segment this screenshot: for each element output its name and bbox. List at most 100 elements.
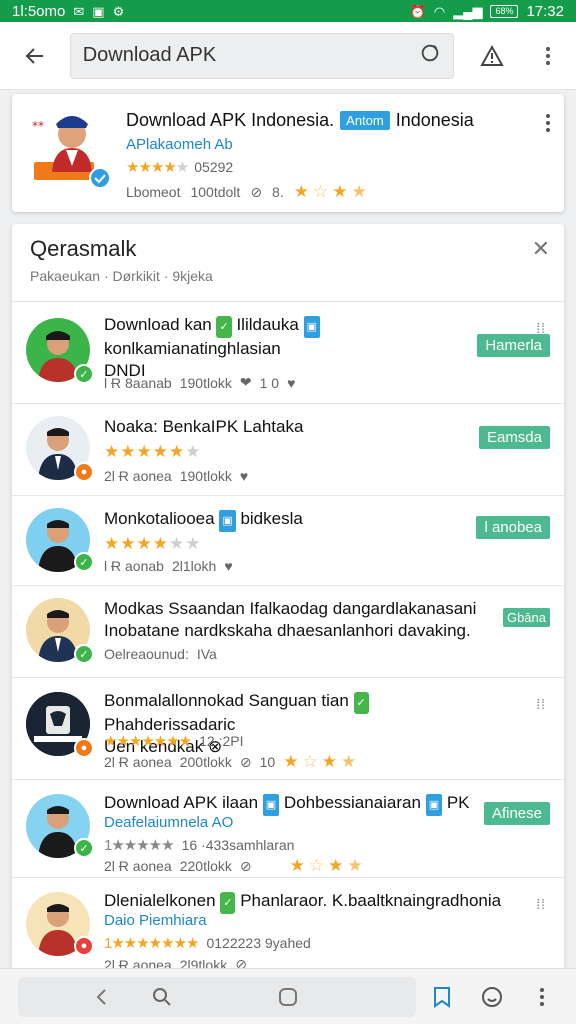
item-meta: 2Ɩ Ɍ aonea 190tlokk ♥	[104, 468, 248, 484]
item-subtitle[interactable]: Deafelaiumnela AO	[104, 814, 233, 831]
user-rating: ★☆★★	[289, 856, 367, 875]
alarm-icon: ⏰	[409, 3, 426, 19]
results-panel: Qerasmalk Pakaeukan · Dørkikit · 9kjeka …	[12, 224, 564, 968]
image-icon: ▣	[92, 3, 105, 19]
nav-home-icon[interactable]	[266, 977, 310, 1017]
drag-handle-icon[interactable]: ⁞⁞	[536, 896, 546, 912]
tag-icon: ✓	[216, 316, 232, 338]
close-icon[interactable]: ✕	[532, 236, 550, 262]
item-title: Monkotaliooea ▣ bidkesla	[104, 508, 484, 532]
item-meta: 2Ɩ Ɍ aonea 220tlokk ⊘ ★☆★★	[104, 856, 367, 876]
item-action-button[interactable]: Ɩ anobea	[476, 516, 550, 539]
signal-icon: ▂▄▆	[453, 3, 483, 19]
badge-icon: ●	[74, 462, 94, 482]
featured-rating: ★★★★★ 05292	[126, 158, 233, 176]
featured-meta-right: 8.	[272, 184, 284, 200]
item-meta-text: Oelreaounud:	[104, 646, 189, 662]
panel-header: Qerasmalk Pakaeukan · Dørkikit · 9kjeka …	[12, 224, 564, 302]
heart-icon: ♥	[224, 558, 233, 574]
badge-icon: ●	[74, 936, 94, 956]
status-bar: 1l:5omo ✉ ▣ ⚙ ⏰ ◠ ▂▄▆ 68% 17:32	[0, 0, 576, 22]
account-icon[interactable]	[470, 977, 514, 1017]
item-extra: 10	[259, 754, 276, 770]
heart-icon: ❤	[239, 374, 252, 390]
list-item[interactable]: ✓ Download APK ilaan ▣ Dohbessianaiaran …	[12, 780, 564, 878]
item-title-part: Dlenialelkonen	[104, 891, 216, 910]
item-meta-text: Ɩ Ɍ aonab	[104, 558, 164, 574]
item-meta: Ɩ Ɍ 8aanab 190tlokk ❤ 1 0 ♥	[104, 374, 295, 391]
tag-icon: ▣	[262, 794, 280, 816]
item-title: Download APK ilaan ▣ Dohbessianaiaran ▣ …	[104, 792, 484, 816]
item-rating: ★★★★★★	[104, 534, 201, 554]
featured-chip: Antom	[340, 111, 390, 130]
item-title-part: Dohbessianaiaran	[283, 793, 421, 812]
list-item[interactable]: ✓ Modkas Ssaandan Ifalkaodag dangardlaka…	[12, 586, 564, 678]
featured-subtitle[interactable]: APlakaomeh Ab	[126, 136, 233, 153]
overflow-menu-icon[interactable]	[520, 977, 564, 1017]
nav-back-icon[interactable]	[80, 977, 124, 1017]
item-rating: 1★★★★★★★ 0122223 9yahed	[104, 934, 311, 952]
item-rating-text: 16 ·433samhlaran	[181, 837, 295, 853]
tag-icon: ▣	[303, 316, 320, 338]
system-nav-bar	[18, 977, 416, 1017]
item-title: Modkas Ssaandan Ifalkaodag dangardlakana…	[104, 598, 504, 642]
item-meta: 2Ɩ Ɍ aonea 200tlokk ⊘ 10 ★☆★★	[104, 752, 360, 772]
list-item[interactable]: ✓ Monkotaliooea ▣ bidkesla Ɩ anobea ★★★★…	[12, 496, 564, 586]
list-item[interactable]: ✓ Download kan ✓ Ilildauka ▣ konlkamiana…	[12, 302, 564, 404]
item-meta-text: 2Ɩ Ɍ aonea	[104, 468, 172, 484]
verified-icon: ✓	[74, 644, 94, 664]
rating-stars: ★★★★★★	[104, 442, 202, 461]
list-item[interactable]: ● Noaka: BenkaIPK Lahtaka Eamsda ★★★★★★ …	[12, 404, 564, 496]
bookmark-icon[interactable]	[420, 977, 464, 1017]
list-item[interactable]: ● Bonmalallonnokad Sanguan tian ✓ Phahde…	[12, 678, 564, 780]
item-title-part: Download kan	[104, 315, 212, 334]
search-toolbar: Download APK	[0, 22, 576, 90]
item-title-part: Phanlaraor. K.baaltknaingradhonia	[240, 891, 502, 910]
item-title-part: Ilildauka	[236, 315, 299, 334]
breadcrumb: Pakaeukan · Dørkikit · 9kjeka	[30, 268, 213, 284]
settings-icon: ⚙	[112, 3, 125, 19]
item-title-part: Modkas Ssaandan Ifalkaodag dangardlakana…	[104, 599, 477, 618]
nav-search-icon[interactable]	[140, 977, 184, 1017]
list-item[interactable]: ● Dlenialelkonen ✓ Phanlaraor. K.baaltkn…	[12, 878, 564, 968]
featured-menu-icon[interactable]	[546, 114, 550, 132]
item-rating: ★★★★★★	[104, 442, 201, 462]
item-title-part: PK	[446, 793, 470, 812]
item-meta-text: 2Ɩ Ɍ aonea	[104, 956, 172, 969]
panel-title: Qerasmalk	[30, 236, 137, 261]
badge-icon: ●	[74, 738, 94, 758]
search-icon[interactable]	[419, 42, 441, 70]
download-icon: ⊘	[239, 857, 252, 874]
rating-stars: ★★★★★★★	[104, 733, 192, 750]
item-meta: Ɩ Ɍ aonab 2Ɩ1Ɩokh ♥	[104, 558, 233, 574]
message-icon: ✉	[73, 3, 85, 19]
item-title-part: konlkamianatinghlasian	[104, 339, 281, 358]
alert-icon[interactable]	[464, 22, 520, 90]
featured-app-thumbnail: **	[30, 110, 120, 192]
tag-icon: ✓	[220, 892, 236, 914]
rating-stars: 1★★★★★★★	[104, 935, 199, 952]
search-input[interactable]: Download APK	[69, 32, 455, 79]
tag-icon: ✓	[353, 692, 369, 714]
item-rating-text: 12 :2PI	[199, 733, 244, 749]
item-subtitle[interactable]: Daio Piemhiara	[104, 912, 207, 929]
featured-meta-mid: 100tdolt	[190, 184, 241, 200]
drag-handle-icon[interactable]: ⁞⁞	[536, 696, 546, 712]
tag-icon: ▣	[425, 794, 443, 816]
download-icon: ⊘	[235, 956, 247, 968]
bottom-navigation	[0, 968, 576, 1024]
item-action-button[interactable]: Eamsda	[478, 426, 550, 449]
user-rating: ★☆★★	[283, 752, 361, 771]
item-action-button[interactable]: Gbāna	[502, 608, 550, 627]
item-action-button[interactable]: Hamerla	[477, 334, 550, 357]
item-action-button[interactable]: Afinese	[483, 802, 550, 825]
kebab-menu-icon[interactable]	[520, 22, 576, 90]
item-meta: 2Ɩ Ɍ aonea 2Ɩ9tlokk ⊘	[104, 956, 247, 968]
item-title: Download kan ✓ Ilildauka ▣ konlkamianati…	[104, 314, 484, 382]
battery-icon: 68%	[490, 4, 519, 18]
featured-app-card[interactable]: ** Download APK Indonesia. Antom Indones…	[12, 94, 564, 212]
featured-stars: ★★★★★	[126, 159, 189, 176]
wifi-icon: ◠	[433, 3, 446, 19]
verified-icon: ✓	[74, 838, 94, 858]
back-arrow-icon[interactable]	[0, 22, 70, 90]
